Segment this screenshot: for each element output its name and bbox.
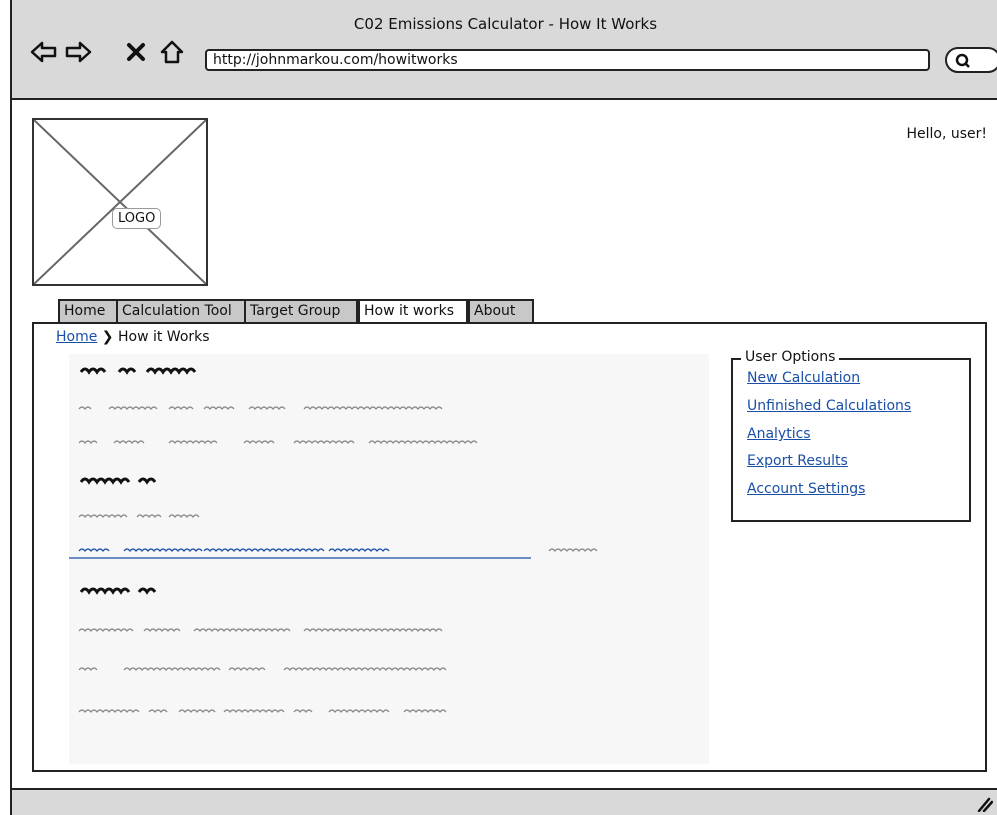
home-icon[interactable] <box>158 38 186 66</box>
analytics-link[interactable]: Analytics <box>747 426 811 442</box>
user-options-panel: User Options New Calculation Unfinished … <box>731 349 971 522</box>
browser-window: C02 Emissions Calculator - How It Works … <box>10 0 997 815</box>
search-icon <box>955 53 970 68</box>
tab-home[interactable]: Home <box>58 299 118 322</box>
breadcrumb-current: How it Works <box>117 329 210 345</box>
user-options-legend: User Options <box>741 349 840 365</box>
new-calculation-link[interactable]: New Calculation <box>747 370 860 386</box>
user-greeting: Hello, user! <box>906 126 987 142</box>
placeholder-text-area <box>69 354 709 764</box>
browser-statusbar <box>12 788 997 815</box>
placeholder-scribbles <box>69 367 598 713</box>
resize-grip-icon[interactable] <box>975 794 993 812</box>
breadcrumb-separator: ❯ <box>101 329 114 345</box>
window-title: C02 Emissions Calculator - How It Works <box>353 15 658 33</box>
back-arrow-icon[interactable] <box>30 38 58 66</box>
page-content: LOGO Hello, user! Home Calculation Tool … <box>12 100 997 790</box>
url-bar[interactable]: http://johnmarkou.com/howitworks <box>205 49 930 71</box>
logo-placeholder: LOGO <box>32 118 208 286</box>
account-settings-link[interactable]: Account Settings <box>747 481 865 497</box>
tab-calculation-tool[interactable]: Calculation Tool <box>116 299 246 322</box>
stop-icon[interactable] <box>122 38 150 66</box>
tab-about[interactable]: About <box>468 299 534 322</box>
tab-target-group[interactable]: Target Group <box>244 299 358 322</box>
breadcrumb-home-link[interactable]: Home <box>56 329 97 345</box>
breadcrumb: Home ❯ How it Works <box>56 329 210 345</box>
browser-titlebar: C02 Emissions Calculator - How It Works … <box>12 0 997 100</box>
logo-label: LOGO <box>112 208 162 229</box>
unfinished-calculations-link[interactable]: Unfinished Calculations <box>747 398 911 414</box>
main-panel: Home ❯ How it Works User Options New Cal… <box>32 322 987 772</box>
export-results-link[interactable]: Export Results <box>747 453 848 469</box>
search-button[interactable] <box>945 47 997 73</box>
forward-arrow-icon[interactable] <box>64 38 92 66</box>
